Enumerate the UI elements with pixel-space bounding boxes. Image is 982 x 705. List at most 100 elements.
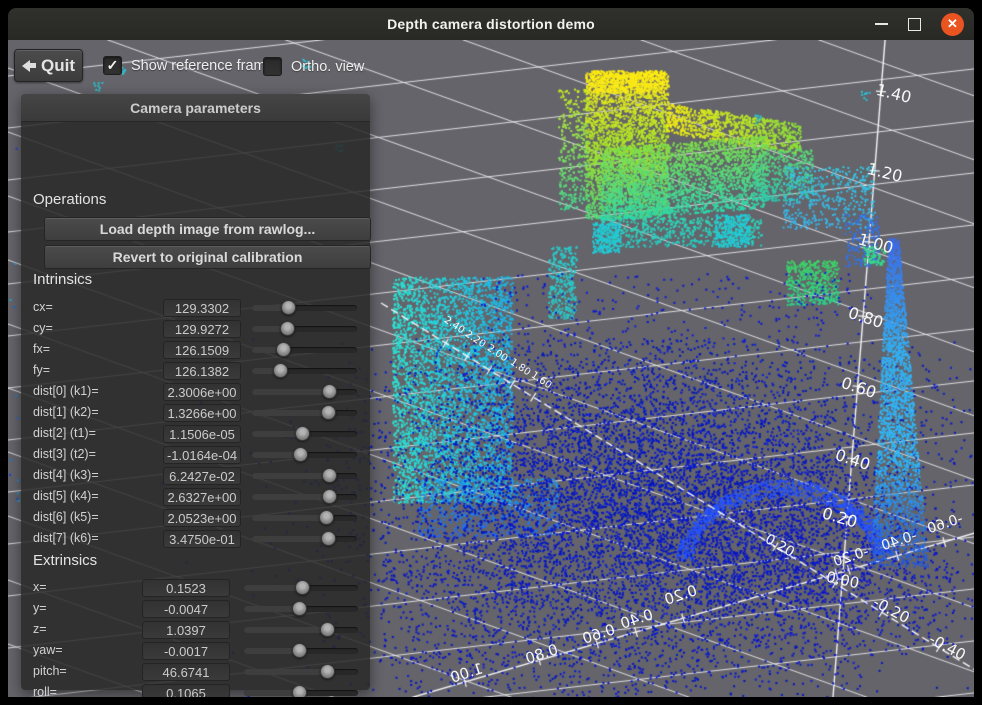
param-value-box[interactable]: 126.1509 bbox=[163, 341, 241, 359]
param-row: z= 1.0397 bbox=[21, 621, 370, 639]
param-label: fy= bbox=[33, 363, 50, 377]
operations-section-label: Operations bbox=[33, 191, 106, 208]
show-reference-frame-label: Show reference frame bbox=[131, 58, 274, 74]
param-value-box[interactable]: 2.3006e+00 bbox=[163, 383, 241, 401]
param-row: dist[4] (k3)= 6.2427e-02 bbox=[21, 467, 370, 485]
param-row: y=-0.0047 bbox=[21, 600, 370, 618]
param-value-box[interactable]: -0.0017 bbox=[142, 642, 230, 660]
checkbox-empty-icon[interactable] bbox=[263, 57, 282, 76]
param-slider[interactable] bbox=[252, 305, 357, 311]
slider-knob[interactable] bbox=[319, 510, 334, 525]
param-slider[interactable] bbox=[252, 410, 357, 416]
slider-knob[interactable] bbox=[280, 321, 295, 336]
param-value-box[interactable]: 2.6327e+00 bbox=[163, 488, 241, 506]
titlebar[interactable]: Depth camera distortion demo ✕ bbox=[8, 8, 974, 40]
param-value-box[interactable]: 2.0523e+00 bbox=[163, 509, 241, 527]
param-label: z= bbox=[33, 622, 47, 636]
param-label: dist[6] (k5)= bbox=[33, 510, 99, 524]
slider-knob[interactable] bbox=[295, 580, 310, 595]
app-window: Depth camera distortion demo ✕ 1.401.201… bbox=[0, 0, 982, 705]
param-value-box[interactable]: 6.2427e-02 bbox=[163, 467, 241, 485]
param-slider[interactable] bbox=[252, 515, 357, 521]
param-value-box[interactable]: 126.1382 bbox=[163, 362, 241, 380]
param-row: dist[6] (k5)= 2.0523e+00 bbox=[21, 509, 370, 527]
param-slider[interactable] bbox=[252, 368, 357, 374]
slider-knob[interactable] bbox=[321, 531, 336, 546]
slider-knob[interactable] bbox=[281, 300, 296, 315]
param-label: cx= bbox=[33, 300, 53, 314]
param-label: pitch= bbox=[33, 664, 67, 678]
show-reference-frame-checkbox[interactable]: ✓ Show reference frame bbox=[103, 56, 274, 75]
param-value-box[interactable]: 129.3302 bbox=[163, 299, 241, 317]
slider-fill bbox=[244, 627, 328, 633]
slider-knob[interactable] bbox=[292, 601, 307, 616]
window-controls: ✕ bbox=[875, 8, 964, 40]
param-row: fx= 126.1509 bbox=[21, 341, 370, 359]
param-value-box[interactable]: 1.1506e-05 bbox=[163, 425, 241, 443]
param-value-box[interactable]: 3.4750e-01 bbox=[163, 530, 241, 548]
3d-viewport[interactable]: 1.401.201.000.800.600.400.200.001.000.80… bbox=[8, 40, 974, 697]
param-value-box[interactable]: 1.3266e+00 bbox=[163, 404, 241, 422]
param-label: dist[2] (t1)= bbox=[33, 426, 96, 440]
param-slider[interactable] bbox=[252, 389, 357, 395]
slider-knob[interactable] bbox=[292, 685, 307, 697]
param-row: dist[7] (k6)= 3.4750e-01 bbox=[21, 530, 370, 548]
extrinsics-section-label: Extrinsics bbox=[33, 552, 97, 569]
param-label: dist[1] (k2)= bbox=[33, 405, 99, 419]
checkbox-check-icon[interactable]: ✓ bbox=[103, 56, 122, 75]
param-slider[interactable] bbox=[244, 648, 358, 654]
param-slider[interactable] bbox=[244, 606, 358, 612]
slider-knob[interactable] bbox=[273, 363, 288, 378]
slider-fill bbox=[252, 494, 330, 500]
panel-title: Camera parameters bbox=[130, 100, 261, 116]
slider-knob[interactable] bbox=[322, 468, 337, 483]
close-button[interactable]: ✕ bbox=[941, 13, 964, 36]
window-title: Depth camera distortion demo bbox=[387, 16, 595, 32]
ortho-view-label: Ortho. view bbox=[291, 59, 364, 75]
param-label: yaw= bbox=[33, 643, 63, 657]
param-row: fy= 126.1382 bbox=[21, 362, 370, 380]
param-label: dist[4] (k3)= bbox=[33, 468, 99, 482]
param-slider[interactable] bbox=[252, 452, 357, 458]
slider-knob[interactable] bbox=[322, 384, 337, 399]
ortho-view-checkbox[interactable]: Ortho. view bbox=[263, 57, 364, 76]
param-value-box[interactable]: -1.0164e-04 bbox=[163, 446, 241, 464]
param-row: dist[3] (t2)=-1.0164e-04 bbox=[21, 446, 370, 464]
param-slider[interactable] bbox=[252, 326, 357, 332]
slider-knob[interactable] bbox=[322, 489, 337, 504]
param-slider[interactable] bbox=[252, 431, 357, 437]
load-depth-image-button[interactable]: Load depth image from rawlog... bbox=[44, 217, 371, 241]
intrinsics-section-label: Intrinsics bbox=[33, 271, 92, 288]
param-value-box[interactable]: 46.6741 bbox=[142, 663, 230, 681]
quit-button[interactable]: Quit bbox=[14, 49, 83, 82]
param-slider[interactable] bbox=[244, 585, 358, 591]
slider-knob[interactable] bbox=[321, 405, 336, 420]
slider-knob[interactable] bbox=[320, 664, 335, 679]
param-slider[interactable] bbox=[244, 669, 358, 675]
slider-knob[interactable] bbox=[293, 447, 308, 462]
slider-knob[interactable] bbox=[295, 426, 310, 441]
param-slider[interactable] bbox=[244, 627, 358, 633]
param-value-box[interactable]: -0.0047 bbox=[142, 600, 230, 618]
param-slider[interactable] bbox=[252, 347, 357, 353]
revert-calibration-button[interactable]: Revert to original calibration bbox=[44, 245, 371, 269]
param-slider[interactable] bbox=[244, 690, 358, 696]
param-slider[interactable] bbox=[252, 536, 357, 542]
param-value-box[interactable]: 1.0397 bbox=[142, 621, 230, 639]
param-value-box[interactable]: 0.1523 bbox=[142, 579, 230, 597]
maximize-icon[interactable] bbox=[908, 18, 921, 31]
param-slider[interactable] bbox=[252, 494, 357, 500]
slider-knob[interactable] bbox=[276, 342, 291, 357]
slider-fill bbox=[252, 473, 330, 479]
param-label: fx= bbox=[33, 342, 50, 356]
param-value-box[interactable]: 0.1065 bbox=[142, 684, 230, 697]
param-value-box[interactable]: 129.9272 bbox=[163, 320, 241, 338]
param-slider[interactable] bbox=[252, 473, 357, 479]
slider-knob[interactable] bbox=[292, 643, 307, 658]
param-row: roll= 0.1065 bbox=[21, 684, 370, 697]
param-label: dist[7] (k6)= bbox=[33, 531, 99, 545]
param-label: roll= bbox=[33, 685, 57, 697]
panel-header[interactable]: Camera parameters bbox=[21, 94, 370, 122]
minimize-icon[interactable] bbox=[875, 23, 888, 25]
slider-knob[interactable] bbox=[320, 622, 335, 637]
